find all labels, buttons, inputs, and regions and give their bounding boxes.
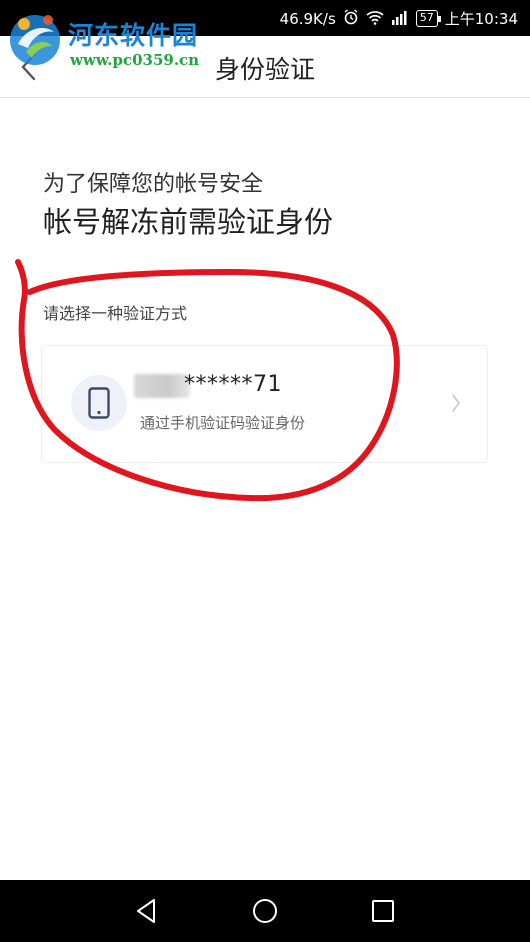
recents-square-icon [372,900,394,922]
site-watermark: 河东软件园 www.pc0359.cn [2,6,212,78]
watermark-site-name: 河东软件园 [68,21,199,50]
nav-back-button[interactable] [130,894,164,928]
watermark-url: www.pc0359.cn [70,51,200,69]
battery-icon: 57 [415,10,441,27]
chevron-right-icon [452,394,460,412]
intro-title: 帐号解冻前需验证身份 [43,205,334,239]
verification-method-label: 请选择一种验证方式 [43,304,188,323]
clock-time: 上午10:34 [444,10,518,28]
red-circle-annotation [15,259,400,502]
back-triangle-icon [137,899,155,923]
phone-icon-circle [71,375,127,431]
home-circle-icon [253,899,277,923]
phone-verification-option[interactable]: ******71 通过手机验证码验证身份 [41,345,488,463]
alarm-icon [343,9,359,28]
blurred-phone-prefix [134,374,190,398]
masked-phone-number: ******71 [184,372,282,397]
wifi-icon [366,10,384,28]
nav-recents-button[interactable] [366,894,400,928]
signal-icon [391,10,409,28]
watermark-logo [10,15,60,65]
mobile-phone-icon [88,387,110,419]
network-speed: 46.9K/s [279,9,336,28]
intro-subtitle: 为了保障您的帐号安全 [43,172,264,197]
status-indicators: 46.9K/s 57 上午10:34 [280,8,518,29]
system-nav-bar [0,880,530,942]
nav-home-button[interactable] [248,894,282,928]
option-description: 通过手机验证码验证身份 [140,414,306,432]
